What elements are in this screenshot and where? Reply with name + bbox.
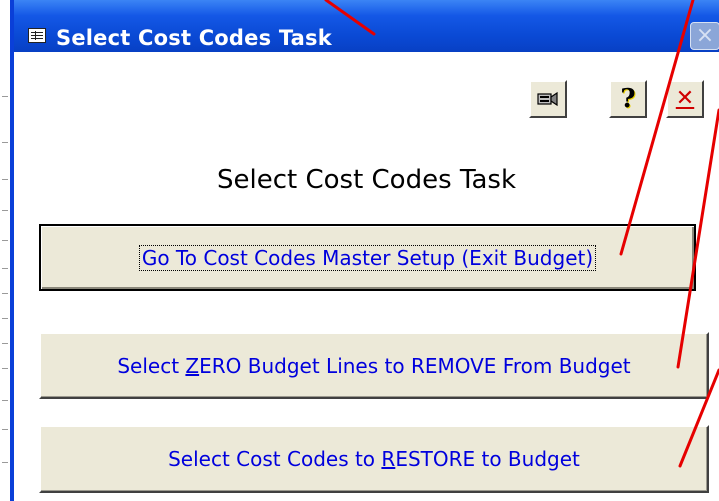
camera-icon [537, 91, 558, 107]
ruler-tick [2, 96, 8, 97]
ruler-tick [2, 179, 8, 180]
ruler-tick [2, 210, 8, 211]
video-camera-button[interactable] [529, 80, 567, 118]
ruler-tick [2, 462, 8, 463]
help-icon: ? [620, 84, 636, 114]
go-to-cost-codes-master-setup-button[interactable]: Go To Cost Codes Master Setup (Exit Budg… [39, 224, 696, 291]
window-titlebar[interactable]: Select Cost Codes Task × [14, 0, 719, 52]
ruler-tick [2, 142, 8, 143]
ruler-tick [2, 240, 8, 241]
ruler-tick [2, 429, 8, 430]
close-icon: × [695, 23, 715, 48]
select-zero-budget-lines-button[interactable]: Select ZERO Budget Lines to REMOVE From … [39, 332, 709, 399]
ruler-tick [2, 293, 8, 294]
close-icon: ✕ [675, 86, 695, 111]
ruler-tick [2, 268, 8, 269]
select-cost-codes-to-restore-button[interactable]: Select Cost Codes to RESTORE to Budget [39, 425, 709, 493]
dialog-body: ? ✕ Select Cost Codes Task Go To Cost Co… [14, 52, 719, 501]
window-close-button[interactable]: × [690, 22, 719, 50]
close-form-button[interactable]: ✕ [666, 80, 704, 118]
ruler-tick [2, 343, 8, 344]
window-title: Select Cost Codes Task [56, 26, 332, 50]
form-heading: Select Cost Codes Task [216, 165, 517, 195]
help-button[interactable]: ? [609, 80, 647, 118]
ruler-tick [2, 368, 8, 369]
button-label: Go To Cost Codes Master Setup (Exit Budg… [138, 244, 597, 271]
button-label: Select ZERO Budget Lines to REMOVE From … [117, 353, 631, 378]
form-icon[interactable] [28, 28, 46, 43]
button-label: Select Cost Codes to RESTORE to Budget [168, 447, 580, 471]
ruler-tick [2, 400, 8, 401]
ruler-tick [2, 318, 8, 319]
background-window-edge [0, 0, 14, 501]
